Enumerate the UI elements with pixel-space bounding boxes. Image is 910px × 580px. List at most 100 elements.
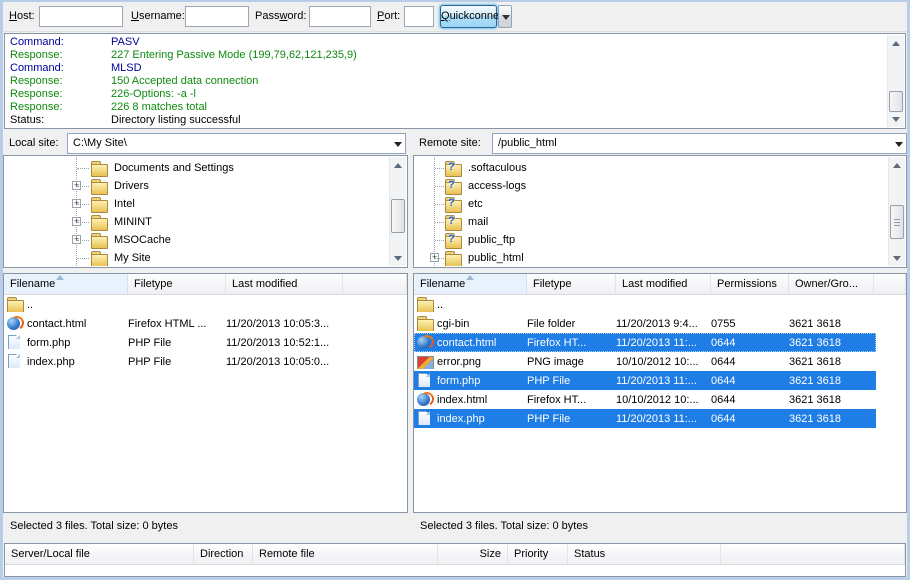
host-input[interactable] [39, 6, 123, 27]
local-tree-scrollbar[interactable] [389, 157, 406, 266]
file-row[interactable]: ?form.phpPHP File11/20/2013 10:52:1... [4, 333, 407, 352]
php-file-icon: ? [7, 354, 24, 369]
folder-icon: ? [91, 197, 108, 212]
scroll-down-icon[interactable] [888, 111, 904, 126]
scrollbar-thumb[interactable] [890, 205, 904, 239]
file-row[interactable]: ?error.pngPNG image10/10/2012 10:...0644… [414, 352, 876, 371]
message-log: Command:PASV Response:227 Entering Passi… [4, 33, 906, 129]
port-input[interactable] [404, 6, 434, 27]
scroll-down-icon[interactable] [390, 250, 406, 265]
log-line: Status:Directory listing successful [5, 114, 905, 127]
remote-status-bar: Selected 3 files. Total size: 0 bytes [413, 513, 907, 540]
file-row[interactable]: ?.. [4, 295, 407, 314]
queue-header-status[interactable]: Status [568, 544, 721, 564]
file-row[interactable]: ?.. [414, 295, 876, 314]
tree-item-drivers[interactable]: ?Drivers [5, 177, 406, 195]
remote-tree-scrollbar[interactable] [888, 157, 905, 266]
scrollbar-thumb[interactable] [889, 91, 903, 112]
file-row[interactable]: ?index.phpPHP File11/20/2013 10:05:0... [4, 352, 407, 371]
quickconnect-bar: Host: Username: Password: Port: Quickcon… [3, 2, 907, 32]
local-site-path: C:\My Site\ [73, 137, 127, 149]
password-label: Password: [255, 10, 306, 22]
firefox-icon: ? [417, 335, 434, 350]
column-header-modified[interactable]: Last modified [616, 274, 711, 294]
remote-file-list: Filename Filetype Last modified Permissi… [413, 273, 907, 513]
scroll-up-icon[interactable] [889, 158, 905, 173]
column-header-permissions[interactable]: Permissions [711, 274, 789, 294]
username-input[interactable] [185, 6, 249, 27]
log-scrollbar[interactable] [887, 35, 904, 127]
log-line: Command:PASV [5, 36, 905, 49]
scroll-down-icon[interactable] [889, 250, 905, 265]
scroll-up-icon[interactable] [888, 36, 904, 51]
file-row[interactable]: ?index.phpPHP File11/20/2013 11:...06443… [414, 409, 876, 428]
log-line: Response:226-Options: -a -l [5, 88, 905, 101]
remote-site-path: /public_html [498, 137, 557, 149]
quickconnect-dropdown-button[interactable] [498, 5, 512, 28]
tree-item-msocache[interactable]: ?MSOCache [5, 231, 406, 249]
column-header-filetype[interactable]: Filetype [128, 274, 226, 294]
file-row[interactable]: ?index.htmlFirefox HT...10/10/2012 10:..… [414, 390, 876, 409]
local-tree-panel: ?Documents and Settings ?Drivers ?Intel … [3, 155, 408, 268]
log-line: Response:227 Entering Passive Mode (199,… [5, 49, 905, 62]
log-line: Response:150 Accepted data connection [5, 75, 905, 88]
column-header-filename[interactable]: Filename [414, 274, 527, 294]
php-file-icon: ? [417, 411, 434, 426]
local-file-list: Filename Filetype Last modified ?.. ?con… [3, 273, 408, 513]
remote-tree-panel: ?.softaculous ?access-logs ?etc ?mail ?p… [413, 155, 907, 268]
folder-icon: ? [417, 316, 434, 331]
folder-icon: ? [91, 233, 108, 248]
tree-item-public-html[interactable]: ?public_html [415, 249, 905, 266]
folder-icon: ? [417, 297, 434, 312]
folder-icon: ? [445, 251, 462, 266]
local-site-combobox[interactable]: C:\My Site\ [67, 133, 406, 154]
port-label: Port: [377, 10, 400, 22]
column-header-filename[interactable]: Filename [4, 274, 128, 294]
unknown-folder-icon: ? [445, 197, 462, 212]
tree-item-mail[interactable]: ?mail [415, 213, 905, 231]
log-line: Command:MLSD [5, 62, 905, 75]
filezilla-window: Host: Username: Password: Port: Quickcon… [3, 2, 907, 577]
remote-site-combobox[interactable]: /public_html [492, 133, 907, 154]
tree-item-access-logs[interactable]: ?access-logs [415, 177, 905, 195]
unknown-folder-icon: ? [445, 233, 462, 248]
queue-header-size[interactable]: Size [438, 544, 508, 564]
column-header-modified[interactable]: Last modified [226, 274, 343, 294]
folder-icon: ? [91, 215, 108, 230]
remote-site-label: Remote site: [419, 137, 481, 149]
file-row[interactable]: ?contact.htmlFirefox HT...11/20/2013 11:… [414, 333, 876, 352]
queue-header-priority[interactable]: Priority [508, 544, 568, 564]
username-label: Username: [131, 10, 185, 22]
password-input[interactable] [309, 6, 371, 27]
tree-item-etc[interactable]: ?etc [415, 195, 905, 213]
scroll-up-icon[interactable] [390, 158, 406, 173]
folder-icon: ? [91, 251, 108, 266]
php-file-icon: ? [7, 335, 24, 350]
column-header-owner[interactable]: Owner/Gro... [789, 274, 874, 294]
tree-item-public-ftp[interactable]: ?public_ftp [415, 231, 905, 249]
tree-item-softaculous[interactable]: ?.softaculous [415, 159, 905, 177]
tree-item-my-site[interactable]: ?My Site [5, 249, 406, 266]
scrollbar-thumb[interactable] [391, 199, 405, 233]
unknown-folder-icon: ? [445, 161, 462, 176]
transfer-queue: Server/Local file Direction Remote file … [4, 543, 906, 577]
tree-item-documents-and-settings[interactable]: ?Documents and Settings [5, 159, 406, 177]
queue-header-remote-file[interactable]: Remote file [253, 544, 438, 564]
folder-icon: ? [91, 161, 108, 176]
folder-icon: ? [7, 297, 24, 312]
local-site-label: Local site: [9, 137, 59, 149]
queue-header-direction[interactable]: Direction [194, 544, 253, 564]
file-row[interactable]: ?contact.htmlFirefox HTML ...11/20/2013 … [4, 314, 407, 333]
chevron-down-icon [895, 142, 903, 151]
queue-header-server-local-file[interactable]: Server/Local file [5, 544, 194, 564]
tree-item-minint[interactable]: ?MININT [5, 213, 406, 231]
column-header-filetype[interactable]: Filetype [527, 274, 616, 294]
tree-item-intel[interactable]: ?Intel [5, 195, 406, 213]
folder-icon: ? [91, 179, 108, 194]
quickconnect-button[interactable]: Quickconnect [440, 5, 497, 28]
php-file-icon: ? [417, 373, 434, 388]
local-status-bar: Selected 3 files. Total size: 0 bytes [3, 513, 408, 540]
file-row[interactable]: ?form.phpPHP File11/20/2013 11:...064436… [414, 371, 876, 390]
host-label: Host: [9, 10, 35, 22]
file-row[interactable]: ?cgi-binFile folder11/20/2013 9:4...0755… [414, 314, 876, 333]
